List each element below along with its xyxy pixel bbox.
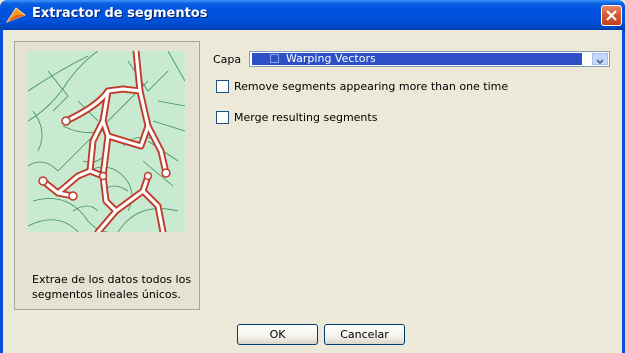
dialog-window: Extractor de segmentos Extrae de los dat… xyxy=(0,0,625,353)
app-arrow-icon xyxy=(5,6,27,24)
cancel-button[interactable]: Cancelar xyxy=(324,324,405,345)
info-panel: Extrae de los datos todos los segmentos … xyxy=(14,41,200,310)
title-bar[interactable]: Extractor de segmentos xyxy=(0,0,625,30)
layer-select-text: Warping Vectors xyxy=(286,52,376,65)
layer-select[interactable]: Warping Vectors xyxy=(249,51,610,67)
close-button[interactable] xyxy=(601,5,622,26)
merge-segments-checkbox[interactable] xyxy=(216,111,229,124)
dropdown-button[interactable] xyxy=(592,53,608,65)
layer-vector-icon xyxy=(270,54,279,63)
layer-select-value: Warping Vectors xyxy=(252,53,582,65)
tool-description: Extrae de los datos todos los segmentos … xyxy=(32,273,192,301)
window-title: Extractor de segmentos xyxy=(32,6,208,21)
layer-label: Capa xyxy=(213,53,242,66)
chevron-down-icon xyxy=(596,59,604,65)
close-icon xyxy=(606,10,617,21)
ok-button[interactable]: OK xyxy=(237,324,318,345)
remove-duplicates-label[interactable]: Remove segments appearing more than one … xyxy=(234,80,508,93)
merge-segments-label[interactable]: Merge resulting segments xyxy=(234,111,377,124)
window-border-left xyxy=(0,30,3,353)
remove-duplicates-checkbox[interactable] xyxy=(216,80,229,93)
map-illustration xyxy=(28,51,185,232)
